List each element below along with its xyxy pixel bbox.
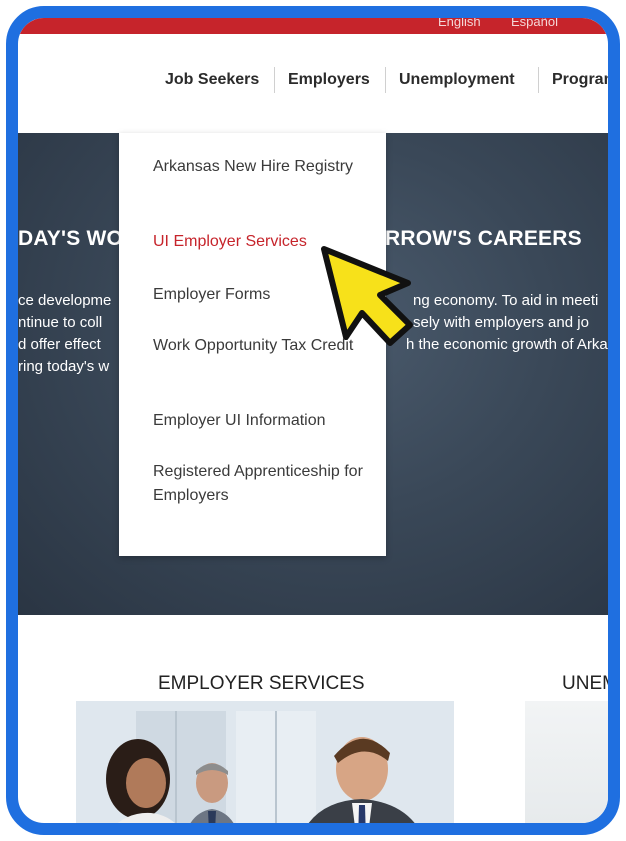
dropdown-item-new-hire-registry[interactable]: Arkansas New Hire Registry: [153, 155, 373, 179]
nav-divider: [274, 67, 275, 93]
hero-text-line: ntinue to coll: [18, 314, 103, 331]
nav-unemployment[interactable]: Unemployment: [399, 71, 515, 89]
hero-text-line: ng economy. To aid in meeti: [413, 292, 599, 309]
hero-heading-left: DAY'S WO: [18, 227, 124, 250]
nav-employers[interactable]: Employers: [288, 71, 370, 89]
nav-divider: [538, 67, 539, 93]
dropdown-item-employer-ui-information[interactable]: Employer UI Information: [153, 409, 373, 433]
hero-text-line: sely with employers and jo: [413, 314, 589, 331]
language-espanol-link[interactable]: Español: [511, 18, 558, 29]
top-bar: English Español: [18, 18, 608, 34]
nav-job-seekers[interactable]: Job Seekers: [165, 71, 259, 89]
screenshot-frame: English Español Job Seekers Employers Un…: [6, 6, 620, 835]
hero-text-line: ring today's w: [18, 358, 110, 375]
employer-services-photo[interactable]: [76, 701, 454, 823]
hero-text-line: d offer effect: [18, 336, 101, 353]
language-english-link[interactable]: English: [438, 18, 481, 29]
dropdown-item-registered-apprenticeship[interactable]: Registered Apprenticeship for Employers: [153, 460, 373, 508]
employer-services-heading: EMPLOYER SERVICES: [158, 673, 365, 694]
unemployment-photo[interactable]: [525, 701, 608, 823]
hero-text-line: ce developme: [18, 292, 112, 309]
unemployment-heading: UNEM: [562, 673, 618, 694]
nav-programs[interactable]: Programs: [552, 71, 608, 89]
arrow-cursor-icon: [318, 243, 438, 358]
main-nav: Job Seekers Employers Unemployment Progr…: [18, 67, 608, 101]
nav-divider: [385, 67, 386, 93]
